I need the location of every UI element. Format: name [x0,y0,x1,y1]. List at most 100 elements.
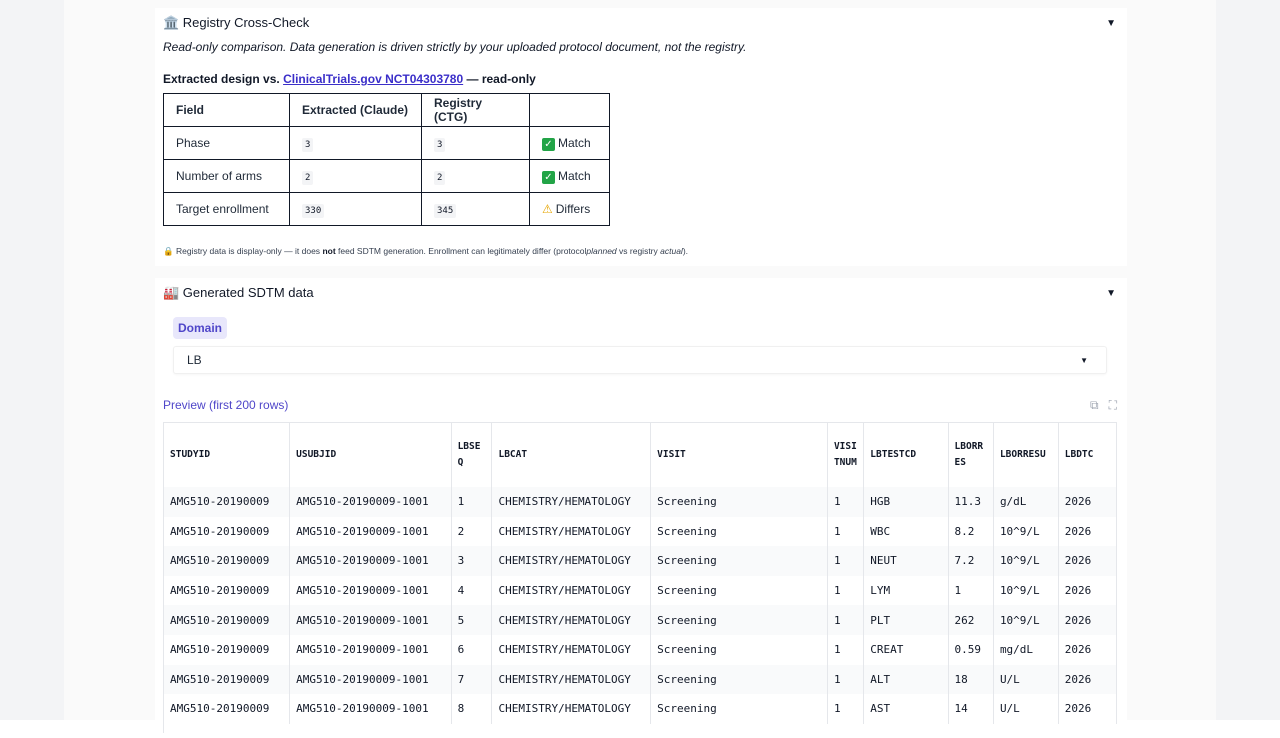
registry-value: 3 [434,138,446,152]
clinicaltrials-link[interactable]: ClinicalTrials.gov NCT04303780 [283,72,463,86]
table-cell: AMG510-20190009 [164,575,291,606]
table-cell: AMG510-20190009-1001 [289,664,452,695]
comparison-prefix: Extracted design vs. [163,72,280,86]
col-header[interactable]: LBCAT [491,423,652,487]
table-cell: 0.59 [948,634,994,665]
table-cell: 2026 [1058,664,1117,695]
domain-select[interactable]: LB ▼ [173,346,1107,374]
col-header[interactable]: LBSEQ [451,423,493,487]
table-cell: 10^9/L [993,546,1059,576]
field-cell: Number of arms [163,159,290,193]
table-cell: 1 [827,487,865,517]
table-cell: Screening [650,605,828,635]
col-extracted: Extracted (Claude) [289,93,422,127]
registry-value: 345 [434,204,457,218]
table-row: AMG510-20190009 AMG510-20190009-1001 5 CHEM… [164,605,1117,635]
table-cell: g/dL [993,487,1059,517]
table-toolbar: ⧉ ⛶ [1090,398,1117,413]
caret-down-icon[interactable]: ▼ [1106,18,1116,29]
table-cell: 8 [451,694,493,724]
table-cell: U/L [993,664,1059,695]
caret-down-icon[interactable]: ▼ [1106,288,1116,299]
registry-footnote: 🔒 Registry data is display-only — it doe… [163,246,688,257]
footnote-text-b: feed SDTM generation. Enrollment can leg… [338,246,587,256]
col-header[interactable]: LBTESTCD [863,423,949,487]
comparison-title: Extracted design vs. ClinicalTrials.gov … [163,72,536,86]
status-cell: ⚠ Differs [529,192,610,226]
sdtm-title: 🏭 Generated SDTM data [163,285,314,300]
sdtm-accordion-header[interactable]: 🏭 Generated SDTM data ▼ [163,281,1119,305]
preview-table-container[interactable]: STUDYID USUBJID LBSEQ LBCAT VISIT VISITN… [163,422,1117,733]
registry-cell: 2 [421,159,530,193]
table-cell: PLT [863,605,949,635]
extracted-value: 330 [302,204,325,218]
table-cell: 10^9/L [993,516,1059,547]
check-mark-icon: ✓ [542,170,555,184]
table-cell: 7 [451,664,493,695]
table-cell: CHEMISTRY/HEMATOLOGY [491,694,652,724]
check-mark-icon: ✓ [542,137,555,151]
table-cell: AMG510-20190009 [164,694,291,724]
col-header[interactable]: STUDYID [164,423,291,487]
col-header[interactable]: LBORRES [948,423,994,487]
copy-icon[interactable]: ⧉ [1090,398,1099,413]
table-cell: 10^9/L [993,575,1059,606]
table-row: AMG510-20190009 AMG510-20190009-1001 1 CHEM… [164,487,1117,517]
status-text: Match [558,168,591,183]
table-cell: CHEMISTRY/HEMATOLOGY [491,664,652,695]
table-cell: Screening [650,694,828,724]
table-cell: 7.2 [948,546,994,576]
table-row: AMG510-20190009 AMG510-20190009-1001 8 CHEM… [164,694,1117,724]
table-cell: Screening [650,575,828,606]
col-header[interactable]: VISIT [650,423,828,487]
table-cell: AMG510-20190009-1001 [289,694,452,724]
table-cell: 262 [948,605,994,635]
footnote-text-a: Registry data is display-only — it does [175,246,321,256]
table-cell: ALT [863,664,949,695]
warning-icon: ⚠ [542,202,553,216]
col-header[interactable]: VISITNUM [827,423,865,487]
comparison-suffix: — read-only [466,72,536,86]
preview-table-body: AMG510-20190009 AMG510-20190009-1001 1 CHEM… [164,487,1117,724]
extracted-value: 2 [302,171,314,185]
table-cell: 1 [827,694,865,724]
table-cell: AST [863,694,949,724]
preview-header-row: STUDYID USUBJID LBSEQ LBCAT VISIT VISITN… [164,423,1117,487]
table-cell: 2026 [1058,516,1117,547]
table-cell: 5 [451,605,493,635]
registry-accordion-header[interactable]: 🏛️ Registry Cross-Check ▼ [163,11,1119,35]
footnote-not: not [322,246,336,256]
preview-table: STUDYID USUBJID LBSEQ LBCAT VISIT VISITN… [164,423,1117,724]
table-cell: Screening [650,546,828,576]
table-cell: 1 [827,516,865,547]
table-cell: 1 [827,575,865,606]
registry-note: Read-only comparison. Data generation is… [163,40,747,54]
table-cell: AMG510-20190009 [164,516,291,547]
table-cell: CHEMISTRY/HEMATOLOGY [491,634,652,665]
lock-icon: 🔒 [163,246,174,256]
table-cell: LYM [863,575,949,606]
fullscreen-icon[interactable]: ⛶ [1109,398,1117,413]
col-header[interactable]: LBDTC [1058,423,1117,487]
table-cell: 11.3 [948,487,994,517]
table-cell: 3 [451,546,493,576]
table-cell: CHEMISTRY/HEMATOLOGY [491,546,652,576]
footnote-planned: planned [586,246,617,256]
status-cell: ✓ Match [529,159,610,193]
table-cell: 6 [451,634,493,665]
col-header[interactable]: USUBJID [289,423,452,487]
col-status [529,93,610,127]
comparison-row: Phase 3 3 ✓ Match [163,126,610,160]
col-field: Field [163,93,290,127]
sdtm-panel: 🏭 Generated SDTM data ▼ Domain LB ▼ Prev… [155,278,1127,738]
table-cell: 2026 [1058,575,1117,606]
table-cell: AMG510-20190009 [164,664,291,695]
registry-cell: 345 [421,192,530,226]
dropdown-caret-icon[interactable]: ▼ [1080,356,1088,365]
table-cell: 1 [827,664,865,695]
col-header[interactable]: LBORRESU [993,423,1059,487]
comparison-row: Target enrollment 330 345 ⚠ Differs [163,192,610,226]
table-cell: Screening [650,634,828,665]
table-cell: 1 [827,605,865,635]
table-cell: CHEMISTRY/HEMATOLOGY [491,516,652,547]
